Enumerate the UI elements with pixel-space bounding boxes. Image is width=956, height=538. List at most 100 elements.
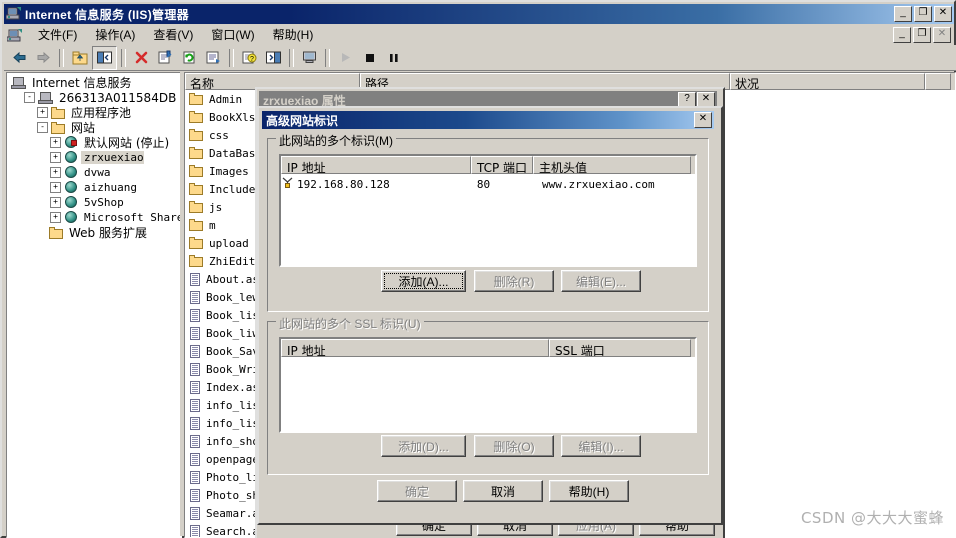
- mdi-window-controls: _ ❐ ✕: [893, 26, 954, 43]
- svg-text:?: ?: [250, 56, 254, 63]
- tree-item-[interactable]: + 默认网站 (停止): [9, 135, 181, 150]
- mdi-minimize-button[interactable]: _: [893, 26, 911, 43]
- help-icon[interactable]: ?: [238, 47, 261, 69]
- list-column-spacer[interactable]: [925, 73, 951, 90]
- tree-item-5vshop[interactable]: +5vShop: [9, 195, 181, 210]
- toolbar-separator: [229, 48, 234, 67]
- expand-icon[interactable]: +: [50, 197, 61, 208]
- list-column-状况[interactable]: 状况: [730, 73, 925, 90]
- ssl-edit-button[interactable]: 编辑(I)...: [561, 435, 641, 457]
- tree-root[interactable]: Internet 信息服务: [9, 75, 181, 90]
- list-item-name: upload: [209, 236, 249, 250]
- tree-item-zrxuexiao[interactable]: + zrxuexiao: [9, 150, 181, 165]
- website-icon: [64, 195, 79, 210]
- file-icon: [189, 362, 201, 376]
- folder-icon: [189, 147, 204, 159]
- tree-item-microsoft-share[interactable]: + Microsoft Share: [9, 210, 181, 225]
- identity-edit-button[interactable]: 编辑(E)...: [561, 270, 641, 292]
- identity-icon: [281, 176, 295, 192]
- watermark: CSDN @大大大蜜蜂: [800, 509, 944, 527]
- window-title-bar: Internet 信息服务 (IIS)管理器 _ ❐ ✕: [4, 4, 954, 24]
- up-folder-icon[interactable]: [68, 47, 91, 69]
- folder-icon: [189, 237, 204, 249]
- tree-item-266313a011584db[interactable]: -266313A011584DB (本地计: [9, 90, 181, 105]
- expand-icon[interactable]: +: [50, 212, 61, 223]
- file-icon: [189, 272, 201, 286]
- back-icon[interactable]: [8, 47, 31, 69]
- refresh-icon[interactable]: [178, 47, 201, 69]
- collapse-icon[interactable]: -: [37, 122, 48, 133]
- expand-icon[interactable]: +: [50, 137, 61, 148]
- menu-help[interactable]: 帮助(H): [264, 24, 323, 45]
- file-icon: [189, 470, 201, 484]
- adv-cancel-button[interactable]: 取消: [463, 480, 543, 502]
- file-icon: [189, 416, 201, 430]
- expand-icon[interactable]: +: [37, 107, 48, 118]
- identity-remove-button[interactable]: 删除(R): [474, 270, 554, 292]
- collapse-icon[interactable]: -: [24, 92, 35, 103]
- tree-item-label: zrxuexiao: [81, 151, 144, 164]
- iis-server-icon: [5, 6, 22, 22]
- identities-group: 此网站的多个标识(M) IP 地址 TCP 端口 主机头值 192.168.80…: [267, 132, 709, 312]
- show-hide-tree-icon[interactable]: [92, 45, 117, 70]
- adv-help-button[interactable]: 帮助(H): [549, 480, 629, 502]
- identities-listview[interactable]: IP 地址 TCP 端口 主机头值 192.168.80.128 80 www.zr…: [279, 154, 697, 267]
- tree-item-label: 5vShop: [84, 196, 124, 209]
- tree-item-web[interactable]: Web 服务扩展: [9, 225, 181, 240]
- tree-item-[interactable]: - 网站: [9, 120, 181, 135]
- file-icon: [189, 380, 201, 394]
- properties-icon[interactable]: [154, 47, 177, 69]
- column-ip-address[interactable]: IP 地址: [281, 156, 471, 174]
- column-ssl-port[interactable]: SSL 端口: [549, 339, 691, 357]
- ssl-remove-button[interactable]: 删除(O): [474, 435, 554, 457]
- show-pane-icon[interactable]: [262, 47, 285, 69]
- iis-manager-window: Internet 信息服务 (IIS)管理器 _ ❐ ✕ 文件(F) 操作(A)…: [0, 0, 956, 538]
- file-icon: [189, 452, 201, 466]
- column-ssl-ip-address[interactable]: IP 地址: [281, 339, 549, 357]
- export-list-icon[interactable]: [202, 47, 225, 69]
- computer-icon[interactable]: [298, 47, 321, 69]
- menu-window[interactable]: 窗口(W): [202, 24, 263, 45]
- list-item-name: m: [209, 218, 216, 232]
- tree-item-label: aizhuang: [84, 181, 137, 194]
- maximize-button[interactable]: ❐: [914, 6, 932, 22]
- expand-icon[interactable]: +: [50, 182, 61, 193]
- minimize-button[interactable]: _: [894, 6, 912, 22]
- file-icon: [189, 344, 201, 358]
- identities-group-caption: 此网站的多个标识(M): [276, 132, 396, 149]
- identity-ip-cell: 192.168.80.128: [297, 177, 390, 191]
- tree-item-dvwa[interactable]: + dvwa: [9, 165, 181, 180]
- delete-icon[interactable]: [130, 47, 153, 69]
- identities-row-container: 192.168.80.128 80 www.zrxuexiao.com: [281, 176, 695, 192]
- menu-action[interactable]: 操作(A): [86, 24, 144, 45]
- expand-icon[interactable]: +: [50, 152, 61, 163]
- start-icon[interactable]: [334, 47, 357, 69]
- ssl-add-button[interactable]: 添加(D)...: [381, 435, 466, 457]
- identity-add-button[interactable]: 添加(A)...: [381, 270, 466, 292]
- tree-item-label: Microsoft Share: [84, 211, 182, 224]
- mdi-maximize-button[interactable]: ❐: [913, 26, 931, 43]
- column-host-header[interactable]: 主机头值: [533, 156, 691, 174]
- advanced-close-button[interactable]: ✕: [694, 112, 712, 128]
- close-button[interactable]: ✕: [934, 6, 952, 22]
- menu-view[interactable]: 查看(V): [144, 24, 202, 45]
- ssl-listview[interactable]: IP 地址 SSL 端口: [279, 337, 697, 433]
- menu-file[interactable]: 文件(F): [29, 24, 86, 45]
- expand-icon[interactable]: +: [50, 167, 61, 178]
- file-icon: [189, 326, 201, 340]
- forward-icon[interactable]: [32, 47, 55, 69]
- folder-icon: [189, 93, 204, 105]
- tree-pane[interactable]: Internet 信息服务 -266313A011584DB (本地计+应用程序…: [6, 72, 182, 538]
- identity-row[interactable]: 192.168.80.128 80 www.zrxuexiao.com: [281, 176, 695, 192]
- file-icon: [189, 524, 201, 537]
- stop-icon[interactable]: [358, 47, 381, 69]
- tree-item-[interactable]: + 应用程序池: [9, 105, 181, 120]
- ssl-identities-group: 此网站的多个 SSL 标识(U) IP 地址 SSL 端口 添加(D)... 删…: [267, 315, 709, 475]
- pause-icon[interactable]: [382, 47, 405, 69]
- website-stopped-icon: [64, 135, 79, 150]
- adv-ok-button[interactable]: 确定: [377, 480, 457, 502]
- mdi-close-button[interactable]: ✕: [933, 26, 951, 43]
- tree-item-aizhuang[interactable]: + aizhuang: [9, 180, 181, 195]
- toolbar-separator: [289, 48, 294, 67]
- column-tcp-port[interactable]: TCP 端口: [471, 156, 533, 174]
